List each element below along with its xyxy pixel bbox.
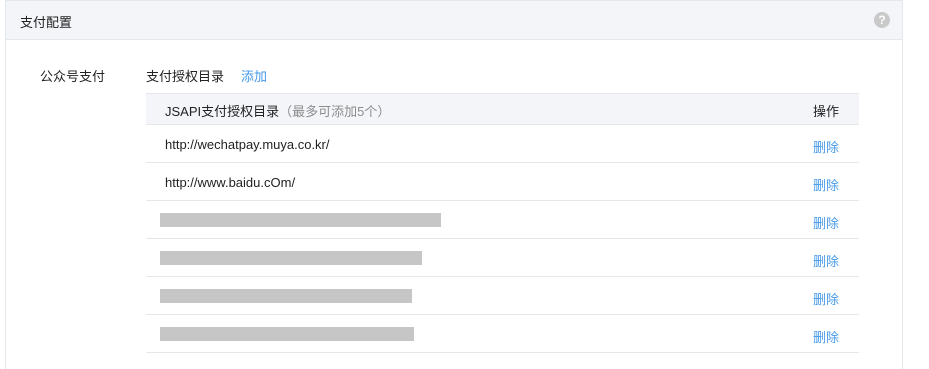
delete-link[interactable]: 删除 — [813, 327, 839, 346]
delete-link[interactable]: 删除 — [813, 289, 839, 308]
delete-link[interactable]: 删除 — [813, 251, 839, 270]
directory-url: http://www.baidu.cOm/ — [165, 175, 296, 190]
header-directory: JSAPI支付授权目录（最多可添加5个） — [165, 101, 390, 120]
help-icon[interactable]: ? — [874, 12, 890, 28]
directory-url: http://wechatpay.muya.co.kr/ — [165, 137, 330, 152]
redacted-url — [160, 251, 422, 265]
table-row: 删除 — [146, 315, 859, 353]
jsapi-directory-table: JSAPI支付授权目录（最多可添加5个） 操作 http://wechatpay… — [146, 93, 859, 353]
redacted-url — [160, 289, 412, 303]
delete-link[interactable]: 删除 — [813, 137, 839, 156]
header-limit-note: （最多可添加5个） — [279, 104, 391, 119]
table-row: http://www.baidu.cOm/ 删除 — [146, 163, 859, 201]
panel-header: 支付配置 ? — [6, 1, 902, 40]
table-row: 删除 — [146, 239, 859, 277]
payment-directory-title: 支付授权目录 — [146, 69, 225, 84]
delete-link[interactable]: 删除 — [813, 175, 839, 194]
redacted-url — [160, 327, 414, 341]
table-header: JSAPI支付授权目录（最多可添加5个） 操作 — [146, 93, 859, 125]
delete-link[interactable]: 删除 — [813, 213, 839, 232]
panel-title: 支付配置 — [20, 15, 73, 30]
redacted-url — [160, 213, 441, 227]
table-row: http://wechatpay.muya.co.kr/ 删除 — [146, 125, 859, 163]
official-account-payment-label: 公众号支付 — [40, 69, 106, 84]
table-row: 删除 — [146, 201, 859, 239]
add-directory-link[interactable]: 添加 — [241, 66, 267, 85]
table-row: 删除 — [146, 277, 859, 315]
header-directory-label: JSAPI支付授权目录 — [165, 104, 280, 119]
header-operation: 操作 — [812, 104, 839, 119]
